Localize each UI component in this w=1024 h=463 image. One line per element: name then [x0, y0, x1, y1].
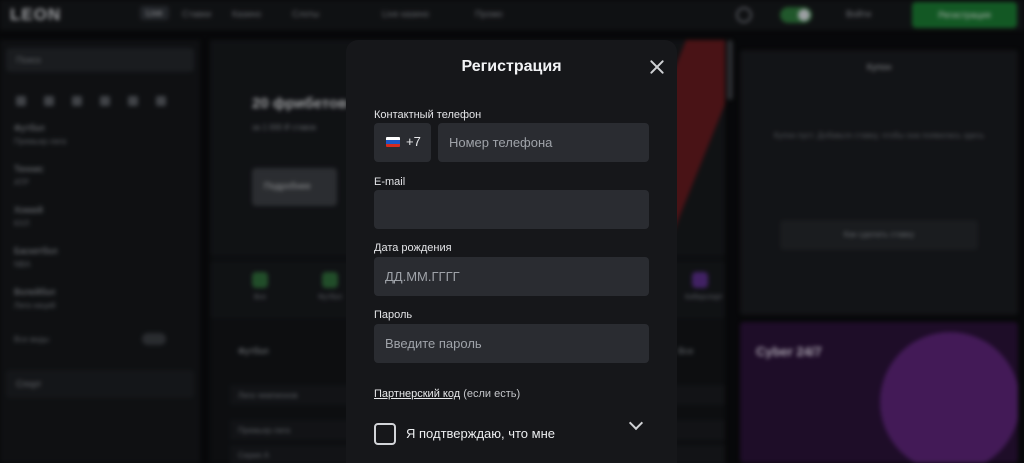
password-label: Пароль — [374, 309, 413, 321]
age-confirm-checkbox[interactable] — [374, 423, 396, 445]
russia-flag-icon — [386, 137, 400, 147]
chevron-down-icon[interactable] — [628, 415, 644, 431]
phone-input[interactable]: Номер телефона — [438, 123, 649, 162]
birthdate-field[interactable]: ДД.ММ.ГГГГ — [374, 257, 649, 296]
email-label: E-mail — [374, 176, 406, 188]
password-field[interactable]: Введите пароль — [374, 324, 649, 363]
registration-modal: Регистрация Контактный телефон +7 Номер … — [346, 40, 677, 463]
country-code-select[interactable]: +7 — [374, 123, 431, 162]
email-field[interactable] — [374, 190, 649, 229]
partner-code-link[interactable]: Партнерский код — [374, 388, 460, 400]
partner-code-suffix: (если есть) — [463, 388, 521, 400]
phone-label: Контактный телефон — [374, 109, 482, 121]
partner-code-row: Партнерский код (если есть) — [374, 388, 520, 400]
birthdate-label: Дата рождения — [374, 242, 452, 254]
country-code: +7 — [406, 134, 421, 149]
modal-title: Регистрация — [461, 58, 562, 75]
close-icon[interactable] — [648, 58, 666, 76]
age-confirm-label[interactable]: Я подтверждаю, что мне — [406, 426, 555, 441]
